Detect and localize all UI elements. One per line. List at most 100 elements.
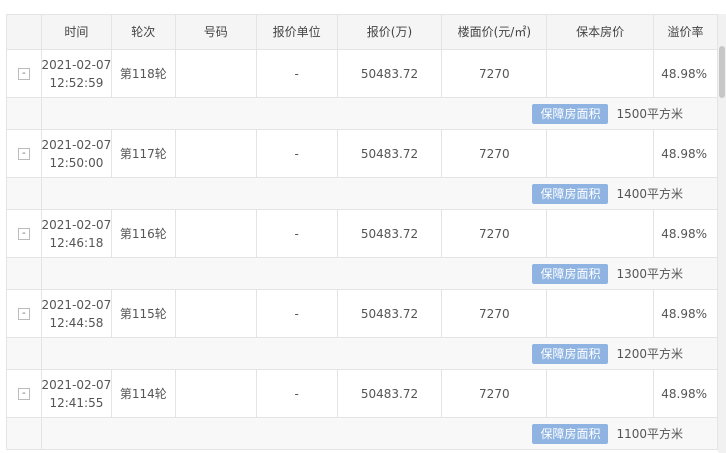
round-cell: 第115轮 (112, 290, 176, 337)
floor-price-cell: 7270 (442, 370, 548, 417)
header-number[interactable]: 号码 (176, 15, 257, 49)
detail-lead (7, 98, 42, 129)
bid-time: 12:44:58 (49, 315, 104, 330)
bidder-cell: - (257, 370, 338, 417)
premium-cell: 48.98% (654, 210, 719, 257)
affordable-housing-area-badge[interactable]: 保障房面积 (532, 103, 609, 124)
floor-price-cell: 7270 (442, 50, 548, 97)
detail-cell: 保障房面积 1400平方米 (42, 178, 718, 209)
bid-time: 12:50:00 (49, 155, 104, 170)
affordable-housing-area-value: 1500平方米 (616, 107, 683, 121)
detail-lead (7, 258, 42, 289)
bid-date: 2021-02-07 (41, 217, 112, 232)
time-cell: 2021-02-07 12:41:55 (42, 370, 112, 417)
table-row: - 2021-02-07 12:52:59 第118轮 - 50483.72 7… (6, 50, 719, 98)
affordable-housing-area-value: 1400平方米 (616, 187, 683, 201)
bid-date: 2021-02-07 (41, 137, 112, 152)
vertical-scrollbar[interactable] (718, 14, 726, 453)
header-price[interactable]: 报价(万) (338, 15, 443, 49)
price-cell: 50483.72 (338, 370, 443, 417)
round-cell: 第118轮 (112, 50, 176, 97)
header-premium[interactable]: 溢价率 (654, 15, 719, 49)
floor-price-cell: 7270 (442, 210, 548, 257)
breakeven-cell (547, 50, 655, 97)
affordable-housing-area-badge[interactable]: 保障房面积 (532, 263, 609, 284)
number-cell (176, 50, 257, 97)
affordable-housing-area-badge[interactable]: 保障房面积 (532, 183, 609, 204)
premium-cell: 48.98% (654, 130, 719, 177)
header-floor-price[interactable]: 楼面价(元/㎡) (442, 15, 548, 49)
detail-row: 保障房面积 1300平方米 (6, 258, 718, 290)
time-cell: 2021-02-07 12:52:59 (42, 50, 112, 97)
toggle-cell: - (7, 210, 42, 257)
detail-lead (7, 338, 42, 369)
toggle-cell: - (7, 130, 42, 177)
number-cell (176, 370, 257, 417)
number-cell (176, 290, 257, 337)
table-header: 时间 轮次 号码 报价单位 报价(万) 楼面价(元/㎡) 保本房价 溢价率 (6, 14, 719, 50)
floor-price-cell: 7270 (442, 290, 548, 337)
bid-date: 2021-02-07 (41, 297, 112, 312)
header-breakeven[interactable]: 保本房价 (547, 15, 655, 49)
table-row: - 2021-02-07 12:41:55 第114轮 - 50483.72 7… (6, 370, 719, 418)
affordable-housing-area-value: 1300平方米 (616, 267, 683, 281)
bidder-cell: - (257, 290, 338, 337)
bid-date: 2021-02-07 (41, 377, 112, 392)
round-cell: 第117轮 (112, 130, 176, 177)
price-cell: 50483.72 (338, 50, 443, 97)
bid-date: 2021-02-07 (41, 57, 112, 72)
affordable-housing-area-badge[interactable]: 保障房面积 (532, 423, 609, 444)
header-bidder[interactable]: 报价单位 (257, 15, 338, 49)
detail-row: 保障房面积 1400平方米 (6, 178, 718, 210)
collapse-toggle-button[interactable]: - (17, 387, 30, 400)
header-round[interactable]: 轮次 (112, 15, 176, 49)
bid-time: 12:41:55 (49, 395, 104, 410)
number-cell (176, 210, 257, 257)
detail-cell: 保障房面积 1200平方米 (42, 338, 718, 369)
round-cell: 第116轮 (112, 210, 176, 257)
price-cell: 50483.72 (338, 130, 443, 177)
breakeven-cell (547, 210, 655, 257)
floor-price-cell: 7270 (442, 130, 548, 177)
affordable-housing-area-value: 1100平方米 (616, 427, 683, 441)
price-cell: 50483.72 (338, 210, 443, 257)
time-cell: 2021-02-07 12:50:00 (42, 130, 112, 177)
header-time[interactable]: 时间 (42, 15, 112, 49)
collapse-toggle-button[interactable]: - (17, 227, 30, 240)
collapse-toggle-button[interactable]: - (17, 147, 30, 160)
bid-time: 12:52:59 (49, 75, 104, 90)
bid-history-table: 时间 轮次 号码 报价单位 报价(万) 楼面价(元/㎡) 保本房价 溢价率 - … (6, 14, 719, 450)
table-row: - 2021-02-07 12:44:58 第115轮 - 50483.72 7… (6, 290, 719, 338)
detail-lead (7, 178, 42, 209)
bid-time: 12:46:18 (49, 235, 104, 250)
toggle-cell: - (7, 370, 42, 417)
toggle-cell: - (7, 50, 42, 97)
breakeven-cell (547, 370, 655, 417)
premium-cell: 48.98% (654, 290, 719, 337)
round-cell: 第114轮 (112, 370, 176, 417)
bidder-cell: - (257, 130, 338, 177)
breakeven-cell (547, 290, 655, 337)
detail-row: 保障房面积 1200平方米 (6, 338, 718, 370)
detail-cell: 保障房面积 1300平方米 (42, 258, 718, 289)
toggle-cell: - (7, 290, 42, 337)
detail-row: 保障房面积 1100平方米 (6, 418, 718, 450)
number-cell (176, 130, 257, 177)
breakeven-cell (547, 130, 655, 177)
affordable-housing-area-badge[interactable]: 保障房面积 (532, 343, 609, 364)
premium-cell: 48.98% (654, 370, 719, 417)
collapse-toggle-button[interactable]: - (17, 307, 30, 320)
time-cell: 2021-02-07 12:44:58 (42, 290, 112, 337)
detail-cell: 保障房面积 1100平方米 (42, 418, 718, 449)
detail-row: 保障房面积 1500平方米 (6, 98, 718, 130)
scrollbar-thumb[interactable] (719, 46, 725, 98)
table-row: - 2021-02-07 12:50:00 第117轮 - 50483.72 7… (6, 130, 719, 178)
bidder-cell: - (257, 50, 338, 97)
collapse-toggle-button[interactable]: - (17, 67, 30, 80)
price-cell: 50483.72 (338, 290, 443, 337)
header-toggle (7, 15, 42, 49)
detail-lead (7, 418, 42, 449)
affordable-housing-area-value: 1200平方米 (616, 347, 683, 361)
premium-cell: 48.98% (654, 50, 719, 97)
table-row: - 2021-02-07 12:46:18 第116轮 - 50483.72 7… (6, 210, 719, 258)
